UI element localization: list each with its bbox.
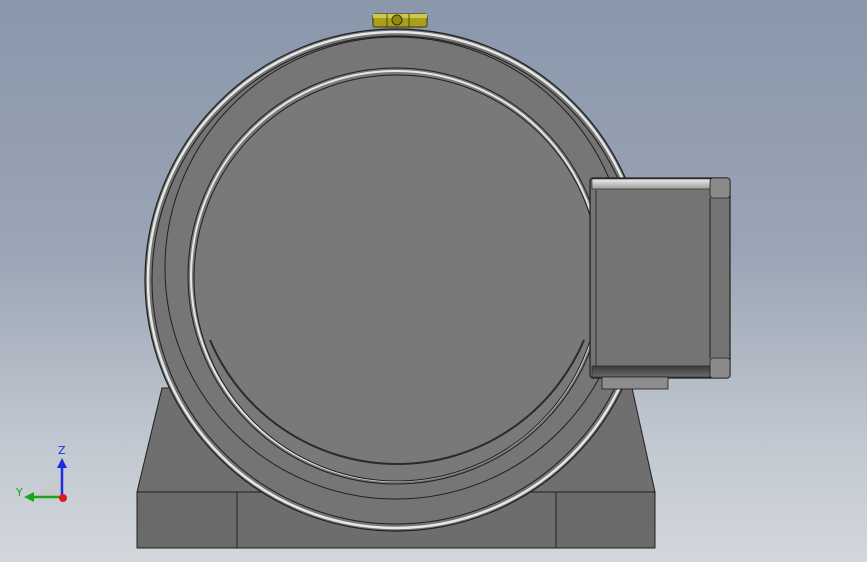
x-axis-dot	[59, 494, 67, 502]
z-axis-label: Z	[58, 444, 66, 457]
end-cap	[193, 74, 601, 482]
motor-model[interactable]	[0, 0, 867, 562]
orientation-triad: Z Y	[10, 438, 80, 508]
left-foot	[136, 491, 238, 549]
y-axis-arrow	[24, 492, 34, 502]
terminal-box-gland	[601, 376, 669, 390]
top-fitting	[372, 13, 428, 28]
triad-plane-shading	[34, 472, 62, 497]
right-foot	[555, 491, 656, 549]
y-axis-label: Y	[15, 486, 23, 499]
motor-housing	[144, 28, 648, 532]
graphics-viewport[interactable]: Z Y	[0, 0, 867, 562]
terminal-box	[589, 177, 731, 390]
terminal-box-bottom-shadow	[591, 365, 729, 378]
z-axis-arrow	[57, 458, 67, 468]
terminal-box-top-highlight	[591, 178, 729, 190]
